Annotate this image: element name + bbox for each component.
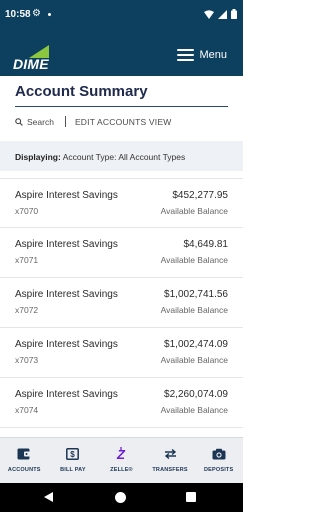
balance-label: Available Balance <box>160 405 228 415</box>
account-row[interactable]: Aspire Interest Savings x7072 $1,002,741… <box>0 278 243 328</box>
menu-label: Menu <box>199 49 227 61</box>
bottom-nav: ACCOUNTS $ BILL PAY Z ZELLE® TRANSFERS D… <box>0 437 243 483</box>
nav-bill-pay[interactable]: $ BILL PAY <box>49 438 98 483</box>
status-indicators <box>204 9 237 19</box>
account-row[interactable]: Aspire Interest Savings x7070 $452,277.9… <box>0 178 243 228</box>
svg-text:$: $ <box>71 450 76 459</box>
filter-prefix: Displaying: <box>15 152 61 162</box>
status-bar: 10:58 ⚙ <box>0 0 243 30</box>
account-name: Aspire Interest Savings <box>15 190 118 201</box>
home-icon[interactable] <box>115 492 126 503</box>
balance-label: Available Balance <box>160 255 228 265</box>
search-link[interactable]: Search <box>15 117 54 127</box>
account-name: Aspire Interest Savings <box>15 289 118 300</box>
nav-label: ACCOUNTS <box>7 467 41 473</box>
zelle-icon: Z <box>115 447 127 461</box>
account-name: Aspire Interest Savings <box>15 239 118 250</box>
transfer-arrows-icon <box>164 447 177 461</box>
page-title: Account Summary <box>15 83 148 100</box>
account-name: Aspire Interest Savings <box>15 389 118 400</box>
logo-text: DIME <box>13 56 49 72</box>
filter-value: Account Type: All Account Types <box>62 152 186 162</box>
nav-transfers[interactable]: TRANSFERS <box>146 438 195 483</box>
dime-logo[interactable]: DIME <box>13 45 53 73</box>
account-number: x7071 <box>15 255 39 265</box>
account-list: Aspire Interest Savings x7070 $452,277.9… <box>0 178 243 428</box>
back-icon[interactable] <box>44 492 53 502</box>
account-number: x7073 <box>15 355 39 365</box>
actions-separator <box>64 116 66 127</box>
nav-label: TRANSFERS <box>152 467 188 473</box>
balance-label: Available Balance <box>160 355 228 365</box>
dollar-bill-icon: $ <box>66 447 80 461</box>
account-balance: $1,002,474.09 <box>164 339 228 350</box>
account-balance: $4,649.81 <box>183 239 229 250</box>
battery-icon <box>231 9 237 19</box>
account-balance: $1,002,741.56 <box>164 289 228 300</box>
account-row[interactable]: Aspire Interest Savings x7071 $4,649.81 … <box>0 228 243 278</box>
app-header: DIME Menu <box>0 30 243 76</box>
search-icon <box>15 117 23 126</box>
account-number: x7074 <box>15 405 39 415</box>
settings-gear-icon: ⚙ <box>32 8 41 19</box>
account-number: x7070 <box>15 206 39 216</box>
nav-label: DEPOSITS <box>203 467 234 473</box>
account-balance: $452,277.95 <box>172 190 228 201</box>
filter-bar[interactable]: Displaying: Account Type: All Account Ty… <box>0 141 243 171</box>
nav-label: ZELLE® <box>110 467 133 473</box>
system-nav-bar <box>0 483 243 512</box>
edit-accounts-view-link[interactable]: EDIT ACCOUNTS VIEW <box>75 117 171 127</box>
nav-zelle[interactable]: Z ZELLE® <box>97 438 146 483</box>
wifi-icon <box>204 9 214 19</box>
balance-label: Available Balance <box>160 206 228 216</box>
search-label: Search <box>27 116 54 127</box>
account-row[interactable]: Aspire Interest Savings x7074 $2,260,074… <box>0 378 243 428</box>
account-balance: $2,260,074.09 <box>164 389 228 400</box>
notification-dot-icon <box>48 13 51 16</box>
account-row[interactable]: Aspire Interest Savings x7073 $1,002,474… <box>0 328 243 378</box>
account-actions: Search EDIT ACCOUNTS VIEW <box>15 116 171 127</box>
account-number: x7072 <box>15 305 39 315</box>
wallet-icon <box>17 447 32 461</box>
status-time: 10:58 <box>5 9 31 20</box>
nav-deposits[interactable]: DEPOSITS <box>194 438 243 483</box>
nav-label: BILL PAY <box>60 467 86 473</box>
signal-icon <box>218 9 227 19</box>
balance-label: Available Balance <box>160 305 228 315</box>
nav-accounts[interactable]: ACCOUNTS <box>0 438 49 483</box>
title-divider <box>15 106 228 107</box>
account-name: Aspire Interest Savings <box>15 339 118 350</box>
hamburger-icon <box>177 49 195 61</box>
recent-apps-icon[interactable] <box>186 492 196 502</box>
camera-icon <box>212 447 226 461</box>
menu-button[interactable]: Menu <box>177 49 227 61</box>
